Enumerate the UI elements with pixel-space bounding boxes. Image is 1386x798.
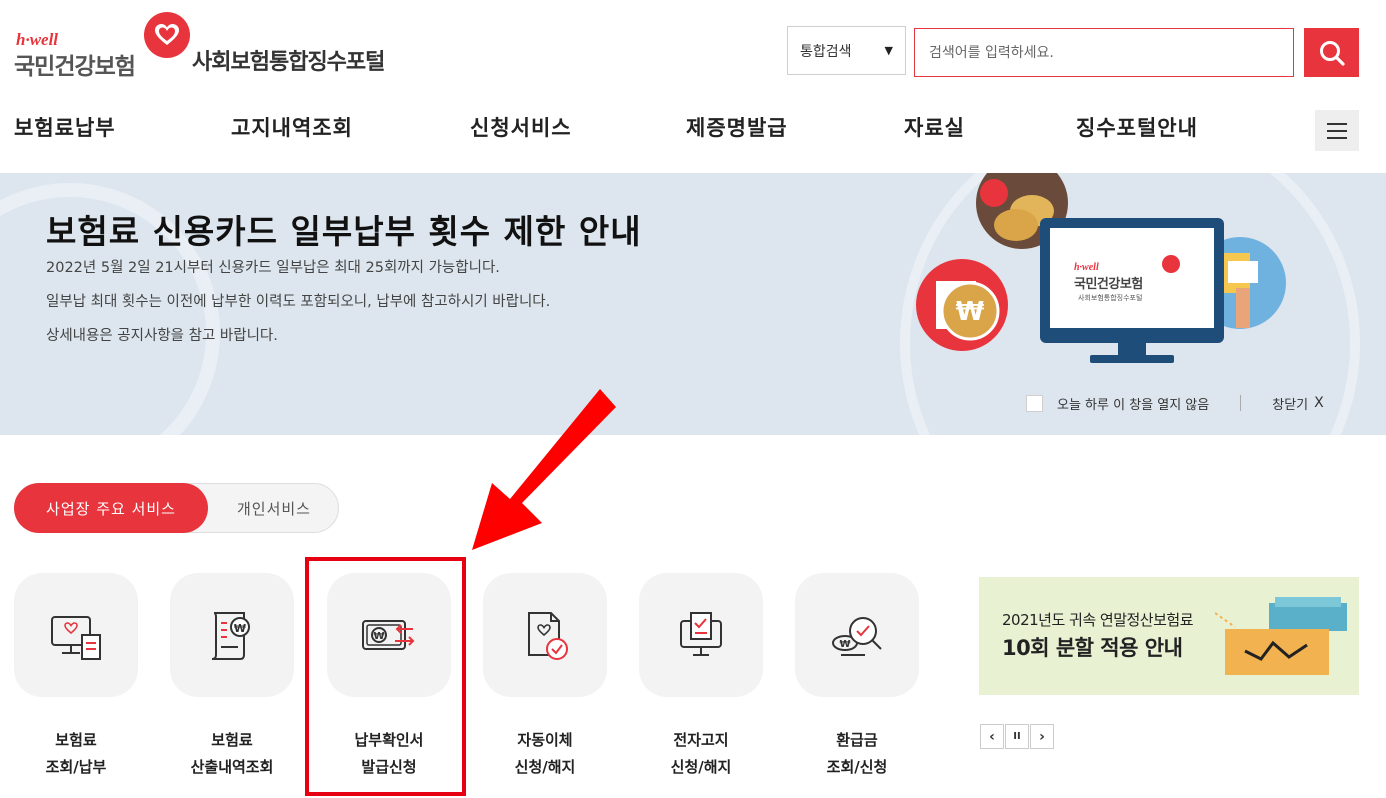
won-magnifier-check-icon: ₩ bbox=[832, 617, 882, 656]
banner-text: 2022년 5월 2일 21시부터 신용카드 일부납은 최대 25회까지 가능합… bbox=[46, 260, 500, 276]
service-label-line2: 조회/신청 bbox=[826, 758, 888, 776]
promo-text-line2: 10회 분할 적용 안내 bbox=[1002, 636, 1183, 660]
nav-item-portal-guide[interactable]: 징수포털안내 bbox=[1076, 112, 1198, 142]
promo-text-line1: 2021년도 귀속 연말정산보험료 bbox=[1002, 611, 1194, 629]
logo-name: 국민건강보험 bbox=[14, 54, 136, 80]
service-label-line1: 보험료 bbox=[211, 731, 253, 749]
promo-pager: ‹ II › bbox=[980, 724, 1054, 749]
dont-show-today-label[interactable]: 오늘 하루 이 창을 열지 않음 bbox=[1057, 394, 1209, 413]
monitor-logo-sub: 사회보험통합징수포털 bbox=[1078, 294, 1143, 302]
annotation-highlight-box bbox=[305, 557, 466, 796]
banner-text: 일부납 최대 횟수는 이전에 납부한 이력도 포함되오니, 납부에 참고하시기 … bbox=[46, 294, 551, 310]
search-button[interactable] bbox=[1304, 28, 1359, 77]
svg-text:₩: ₩ bbox=[839, 639, 850, 650]
nav-item-application-service[interactable]: 신청서비스 bbox=[470, 112, 572, 142]
service-label-line2: 신청/해지 bbox=[514, 758, 576, 776]
promo-prev-button[interactable]: ‹ bbox=[980, 724, 1004, 749]
promo-illustration bbox=[1215, 597, 1347, 675]
service-label-line1: 보험료 bbox=[55, 731, 97, 749]
svg-text:₩: ₩ bbox=[956, 297, 985, 327]
hamburger-icon bbox=[1327, 122, 1347, 125]
annotation-arrow bbox=[472, 389, 616, 550]
service-label-line2: 조회/납부 bbox=[45, 758, 107, 776]
banner-text: 상세내용은 공지사항을 참고 바랍니다. bbox=[46, 328, 278, 344]
search-input[interactable] bbox=[914, 28, 1294, 77]
search-icon bbox=[1319, 40, 1345, 66]
monitor-logo-name: 국민건강보험 bbox=[1074, 277, 1143, 292]
service-premium-payment[interactable]: 보험료 조회/납부 bbox=[14, 573, 138, 781]
close-icon: X bbox=[1314, 395, 1324, 411]
tab-personal-services[interactable]: 개인서비스 bbox=[209, 484, 339, 532]
notice-banner: 보험료 신용카드 일부납부 횟수 제한 안내 2022년 5월 2일 21시부터… bbox=[0, 173, 1386, 435]
divider bbox=[1240, 395, 1242, 411]
promo-pause-button[interactable]: II bbox=[1005, 724, 1029, 749]
service-label-line2: 신청/해지 bbox=[670, 758, 732, 776]
service-label-line1: 환급금 bbox=[836, 731, 878, 749]
service-auto-transfer[interactable]: 자동이체 신청/해지 bbox=[483, 573, 607, 781]
service-label-line1: 자동이체 bbox=[517, 731, 573, 749]
banner-title: 보험료 신용카드 일부납부 횟수 제한 안내 bbox=[46, 212, 642, 251]
dont-show-today-checkbox[interactable] bbox=[1026, 394, 1043, 412]
portal-title: 사회보험통합징수포털 bbox=[192, 50, 385, 75]
logo[interactable]: h·well 국민건강보험 bbox=[14, 12, 194, 80]
document-check-icon bbox=[528, 612, 568, 660]
close-banner-button[interactable]: 창닫기 X bbox=[1272, 394, 1323, 413]
monitor-check-icon bbox=[680, 612, 722, 656]
monitor-heart-receipt-icon bbox=[51, 616, 101, 660]
document-won-icon: ₩ bbox=[211, 612, 250, 660]
nav-item-archive[interactable]: 자료실 bbox=[904, 112, 965, 142]
nav-item-certificate[interactable]: 제증명발급 bbox=[686, 112, 788, 142]
service-premium-calculation[interactable]: ₩ 보험료 산출내역조회 bbox=[170, 573, 294, 781]
search-scope-select[interactable]: 통합검색 ▼ bbox=[787, 26, 906, 75]
svg-text:₩: ₩ bbox=[234, 622, 246, 635]
heart-logo-icon bbox=[144, 12, 190, 58]
menu-button[interactable] bbox=[1315, 110, 1359, 151]
nav-item-notice-history[interactable]: 고지내역조회 bbox=[231, 112, 353, 142]
chevron-down-icon: ▼ bbox=[884, 44, 893, 57]
service-tabs: 사업장 주요 서비스 개인서비스 bbox=[14, 483, 339, 533]
monitor-tagline: h·well bbox=[1074, 262, 1099, 273]
search-scope-value: 통합검색 bbox=[800, 43, 852, 60]
service-label-line1: 전자고지 bbox=[673, 731, 729, 749]
promo-banner[interactable]: 2021년도 귀속 연말정산보험료 10회 분할 적용 안내 bbox=[979, 577, 1359, 695]
service-electronic-notice[interactable]: 전자고지 신청/해지 bbox=[639, 573, 763, 781]
banner-close-row: 오늘 하루 이 창을 열지 않음 창닫기 X bbox=[1026, 392, 1324, 414]
nav-item-premium-payment[interactable]: 보험료납부 bbox=[14, 112, 116, 142]
main-nav: 보험료납부 고지내역조회 신청서비스 제증명발급 자료실 징수포털안내 bbox=[0, 112, 1300, 148]
tab-business-services[interactable]: 사업장 주요 서비스 bbox=[14, 483, 208, 533]
service-refund[interactable]: ₩ 환급금 조회/신청 bbox=[795, 573, 919, 781]
promo-next-button[interactable]: › bbox=[1030, 724, 1054, 749]
service-label-line2: 산출내역조회 bbox=[190, 758, 274, 776]
close-banner-label: 창닫기 bbox=[1272, 397, 1309, 413]
